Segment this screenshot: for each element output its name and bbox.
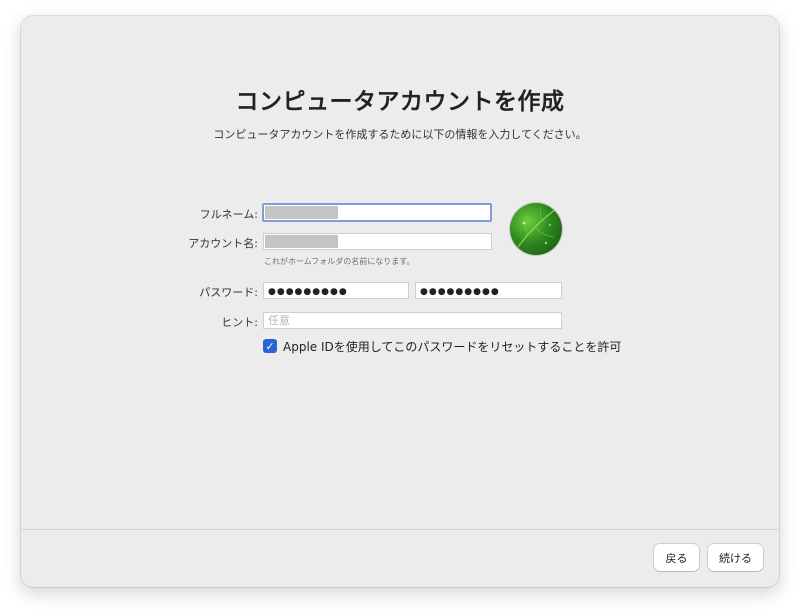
continue-button[interactable]: 続ける	[708, 544, 763, 571]
verify-password-value: ●●●●●●●●●	[420, 287, 500, 297]
hint-label: ヒント:	[221, 316, 258, 329]
fullname-label: フルネーム:	[199, 208, 258, 221]
password-field[interactable]: ●●●●●●●●●	[263, 282, 409, 299]
password-value: ●●●●●●●●●	[268, 287, 348, 297]
footer-divider	[21, 529, 779, 530]
password-label: パスワード:	[199, 286, 258, 299]
hint-placeholder: 任意	[268, 314, 290, 327]
checkmark-icon: ✓	[265, 339, 275, 353]
apple-id-reset-label: Apple IDを使用してこのパスワードをリセットすることを許可	[283, 339, 622, 354]
setup-window: コンピュータアカウントを作成 コンピュータアカウントを作成するために以下の情報を…	[21, 16, 779, 587]
account-name-label: アカウント名:	[188, 237, 258, 250]
account-name-field[interactable]	[263, 233, 492, 250]
apple-id-reset-option[interactable]: ✓ Apple IDを使用してこのパスワードをリセットすることを許可	[263, 338, 621, 354]
hint-field[interactable]: 任意	[263, 312, 562, 329]
user-avatar[interactable]	[510, 203, 562, 255]
page-subtitle: コンピュータアカウントを作成するために以下の情報を入力してください。	[213, 128, 587, 141]
leaf-icon	[517, 206, 557, 248]
page-title: コンピュータアカウントを作成	[235, 89, 565, 115]
fullname-redacted-value	[265, 206, 338, 219]
fullname-field[interactable]	[262, 203, 492, 222]
apple-id-reset-checkbox[interactable]: ✓	[263, 339, 277, 353]
verify-password-field[interactable]: ●●●●●●●●●	[415, 282, 562, 299]
account-name-hint: これがホームフォルダの名前になります。	[264, 257, 415, 266]
account-name-redacted-value	[265, 235, 338, 248]
back-button[interactable]: 戻る	[654, 544, 699, 571]
